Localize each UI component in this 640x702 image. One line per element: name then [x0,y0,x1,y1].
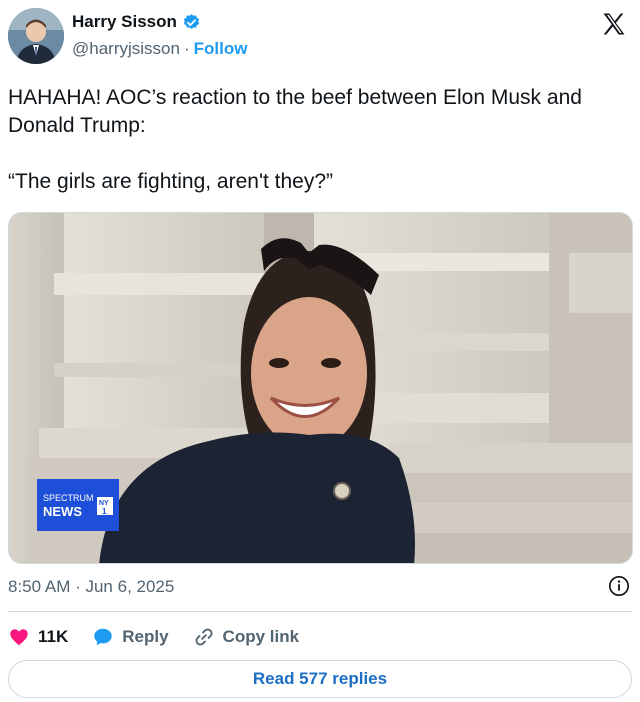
tweet-text-line: HAHAHA! AOC’s reaction to the beef betwe… [8,86,582,137]
link-icon [195,628,213,646]
tweet-text-quote: “The girls are fighting, aren't they?” [8,170,333,193]
reply-bubble-icon [94,628,112,646]
video-still: SPECTRUM NEWS NY 1 [9,213,632,563]
watermark-line2: NEWS [43,504,82,519]
tweet-text: HAHAHA! AOC’s reaction to the beef betwe… [8,84,632,224]
tweet-header: Harry Sisson @harryjsisson · Follow [8,8,632,68]
action-bar: 11K Reply Copy link [8,622,323,652]
reply-button[interactable]: Reply [92,626,169,648]
watermark-badge-bottom: 1 [102,507,107,516]
like-button[interactable]: 11K [8,626,68,648]
info-icon[interactable] [608,575,630,597]
watermark-line1: SPECTRUM [43,493,94,503]
divider [8,611,632,612]
copy-link-label: Copy link [222,627,300,646]
reply-label: Reply [122,627,169,646]
watermark-badge-top: NY [99,500,109,507]
like-count: 11K [38,627,69,646]
x-logo-icon[interactable] [600,10,628,38]
author-handle[interactable]: @harryjsisson [72,39,180,59]
separator-dot: · [183,39,190,58]
heart-icon [10,629,28,646]
author-name[interactable]: Harry Sisson [72,12,177,32]
read-replies-button[interactable]: Read 577 replies [8,660,632,698]
tweet-timestamp[interactable]: 8:50 AM · Jun 6, 2025 [8,577,174,597]
follow-button[interactable]: Follow [194,39,248,59]
tweet-media[interactable]: SPECTRUM NEWS NY 1 [8,212,633,564]
copy-link-button[interactable]: Copy link [193,626,300,648]
avatar[interactable] [8,8,64,64]
verified-badge-icon [182,13,201,32]
